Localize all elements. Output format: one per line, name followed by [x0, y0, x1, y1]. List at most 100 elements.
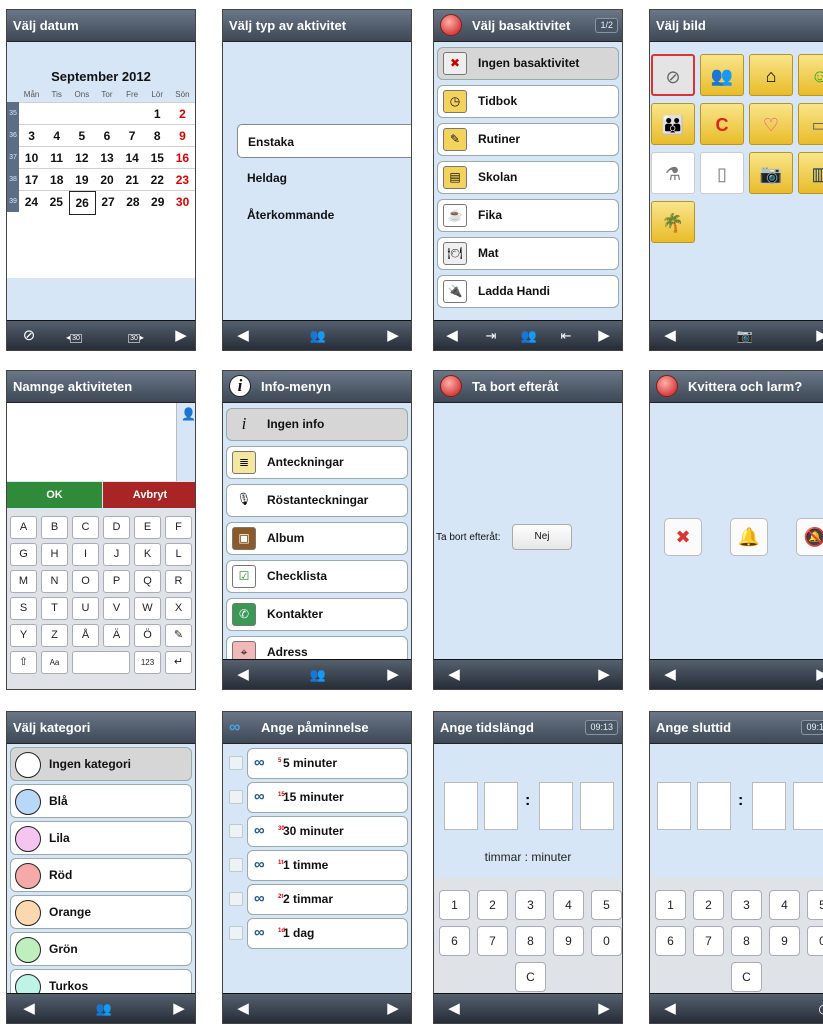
key-w[interactable]: W — [134, 597, 161, 620]
heart-folder-icon[interactable]: ♡ — [749, 103, 793, 145]
digit-key-4[interactable]: 4 — [769, 890, 800, 920]
category-item[interactable]: Ingen kategori — [10, 747, 192, 781]
gallery-folder-icon[interactable]: ▥ — [798, 152, 823, 194]
import-icon[interactable]: ⇥ — [477, 321, 505, 350]
info-item-notes[interactable]: ≣ Anteckningar — [226, 446, 408, 479]
key-numbers[interactable]: 123 — [134, 651, 161, 674]
key-k[interactable]: K — [134, 543, 161, 566]
minute-units-box[interactable] — [793, 782, 823, 830]
back-arrow-icon[interactable]: ◀ — [229, 660, 257, 689]
forward-arrow-icon[interactable]: ▶ — [808, 321, 823, 350]
key-f[interactable]: F — [165, 516, 192, 539]
key-v[interactable]: V — [103, 597, 130, 620]
calendar-day[interactable]: 25 — [44, 191, 69, 215]
digit-key-2[interactable]: 2 — [477, 890, 508, 920]
next-month-button[interactable]: 30 ▸ — [122, 321, 150, 350]
hour-units-box[interactable] — [484, 782, 518, 830]
key-case[interactable]: Aa — [41, 651, 68, 674]
digit-key-9[interactable]: 9 — [553, 926, 584, 956]
key-r[interactable]: R — [165, 570, 192, 593]
minute-tens-box[interactable] — [752, 782, 786, 830]
key-q[interactable]: Q — [134, 570, 161, 593]
info-item-address[interactable]: ⌖ Adress — [226, 636, 408, 659]
key-j[interactable]: J — [103, 543, 130, 566]
forward-arrow-icon[interactable]: ▶ — [590, 321, 618, 350]
base-item-ladda[interactable]: 🔌 Ladda Handi — [437, 275, 619, 308]
digit-key-8[interactable]: 8 — [515, 926, 546, 956]
key-z[interactable]: Z — [41, 624, 68, 647]
key-p[interactable]: P — [103, 570, 130, 593]
info-item-contacts[interactable]: ✆ Kontakter — [226, 598, 408, 631]
calendar-day[interactable]: 19 — [69, 169, 94, 191]
category-item[interactable]: Lila — [10, 821, 192, 855]
forward-arrow-icon[interactable]: ▶ — [379, 994, 407, 1023]
key-shift-icon[interactable]: ⇧ — [10, 651, 37, 674]
calendar-day[interactable]: 28 — [120, 191, 145, 215]
calendar-day[interactable]: 5 — [69, 125, 94, 147]
info-item-album[interactable]: ▣ Album — [226, 522, 408, 555]
calendar-day[interactable]: 30 — [170, 191, 195, 215]
option-aterkommande[interactable]: Återkommande — [237, 198, 411, 232]
reminder-item[interactable]: ∞ 30 30 minuter — [247, 816, 408, 847]
category-item[interactable]: Orange — [10, 895, 192, 929]
book-folder-icon[interactable]: ▭ — [798, 103, 823, 145]
key-s[interactable]: S — [10, 597, 37, 620]
digit-key-1[interactable]: 1 — [439, 890, 470, 920]
people-folder-icon[interactable]: 👥 — [700, 54, 744, 96]
calendar-day[interactable]: 4 — [44, 125, 69, 147]
key-o[interactable]: O — [72, 570, 99, 593]
key-e[interactable]: E — [134, 516, 161, 539]
minute-tens-box[interactable] — [539, 782, 573, 830]
back-arrow-icon[interactable]: ◀ — [229, 994, 257, 1023]
calendar-day[interactable]: 1 — [145, 103, 170, 125]
people-icon[interactable]: 👥 — [304, 321, 332, 350]
digit-key-1[interactable]: 1 — [655, 890, 686, 920]
logo-folder-icon[interactable]: C — [700, 103, 744, 145]
key-h[interactable]: H — [41, 543, 68, 566]
digit-key-4[interactable]: 4 — [553, 890, 584, 920]
info-item-checklist[interactable]: ☑ Checklista — [226, 560, 408, 593]
camera-icon[interactable]: 📷 — [731, 321, 759, 350]
contact-icon[interactable]: 👤 — [181, 407, 195, 423]
category-item[interactable]: Blå — [10, 784, 192, 818]
calendar-day[interactable]: 10 — [19, 147, 44, 169]
reminder-checkbox[interactable] — [229, 756, 243, 770]
reminder-checkbox[interactable] — [229, 824, 243, 838]
key-å[interactable]: Å — [72, 624, 99, 647]
clear-key[interactable]: C — [515, 962, 546, 992]
digit-key-0[interactable]: 0 — [591, 926, 622, 956]
key-y[interactable]: Y — [10, 624, 37, 647]
calendar-day[interactable]: 24 — [19, 191, 44, 215]
calendar-day[interactable]: 22 — [145, 169, 170, 191]
forward-arrow-icon[interactable]: ▶ — [590, 660, 618, 689]
info-item-none[interactable]: i Ingen info — [226, 408, 408, 441]
minute-units-box[interactable] — [580, 782, 614, 830]
key-l[interactable]: L — [165, 543, 192, 566]
back-arrow-icon[interactable]: ◀ — [229, 321, 257, 350]
phone-image-icon[interactable]: ▯ — [700, 152, 744, 194]
reminder-item[interactable]: ∞ 5 5 minuter — [247, 748, 408, 779]
forward-arrow-icon[interactable]: ▶ — [379, 321, 407, 350]
key-space[interactable] — [72, 651, 130, 674]
digit-key-9[interactable]: 9 — [769, 926, 800, 956]
back-arrow-icon[interactable]: ◀ — [15, 994, 43, 1023]
calendar-day[interactable]: 2 — [170, 103, 195, 125]
digit-key-5[interactable]: 5 — [807, 890, 823, 920]
digit-key-3[interactable]: 3 — [731, 890, 762, 920]
camera-folder-icon[interactable]: 📷 — [749, 152, 793, 194]
back-arrow-icon[interactable]: ◀ — [656, 994, 684, 1023]
smiley-folder-icon[interactable]: ☺ — [798, 54, 823, 96]
reminder-item[interactable]: ∞ 1d 1 dag — [247, 918, 408, 949]
calendar-day[interactable]: 27 — [96, 191, 121, 215]
export-icon[interactable]: ⇤ — [552, 321, 580, 350]
digit-key-7[interactable]: 7 — [693, 926, 724, 956]
cancel-button[interactable]: Avbryt — [103, 482, 195, 508]
reminder-item[interactable]: ∞ 15 15 minuter — [247, 782, 408, 813]
reminder-item[interactable]: ∞ 1t 1 timme — [247, 850, 408, 881]
reminder-item[interactable]: ∞ 2t 2 timmar — [247, 884, 408, 915]
calendar-day[interactable]: 8 — [145, 125, 170, 147]
back-arrow-icon[interactable]: ◀ — [440, 994, 468, 1023]
digit-key-3[interactable]: 3 — [515, 890, 546, 920]
base-item-fika[interactable]: ☕ Fika — [437, 199, 619, 232]
key-g[interactable]: G — [10, 543, 37, 566]
